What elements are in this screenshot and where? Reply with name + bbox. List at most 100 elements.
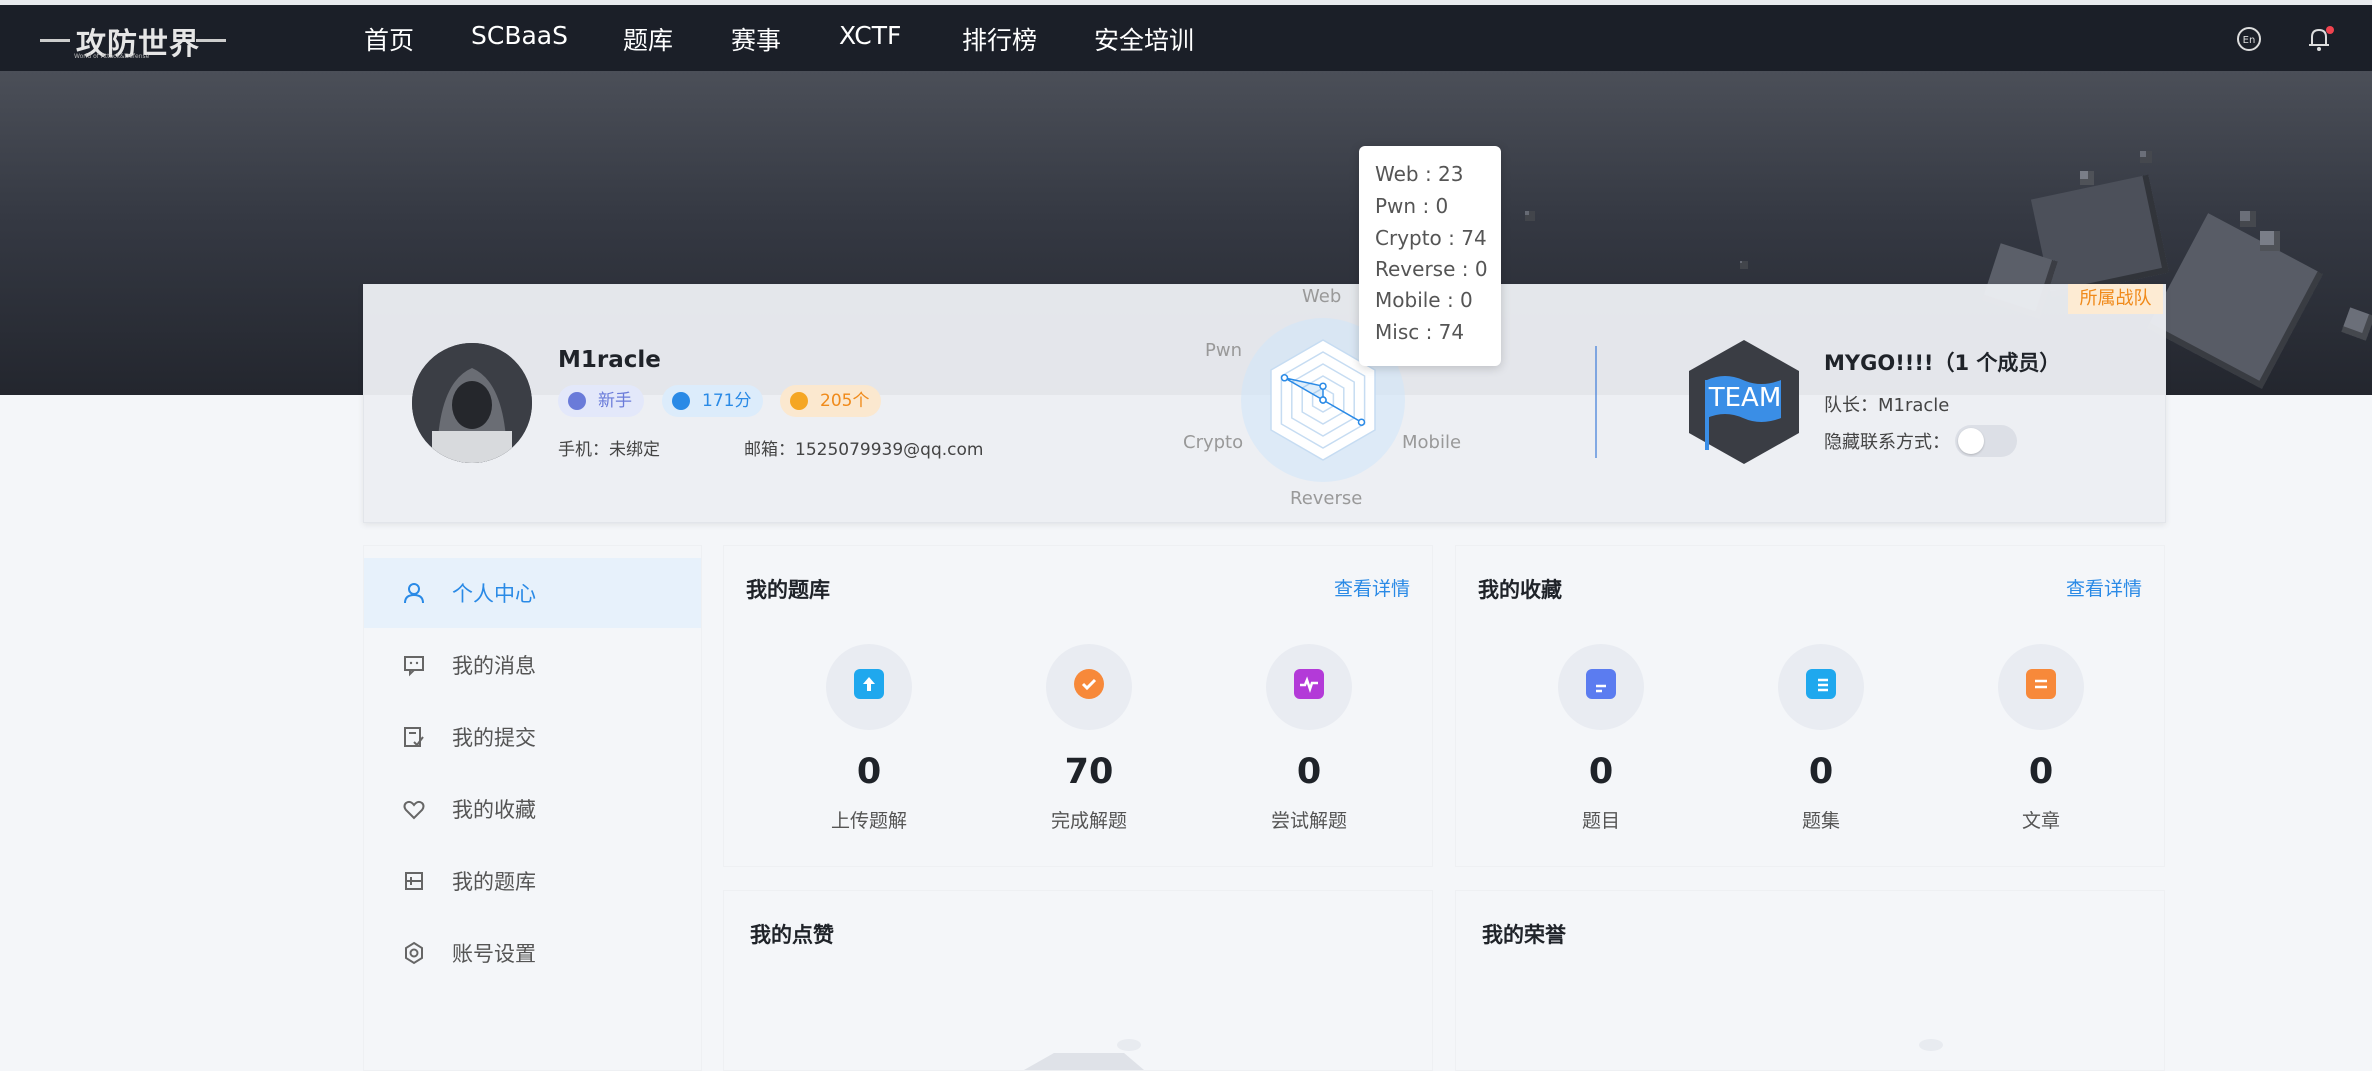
panel-my-favorites: 我的收藏 查看详情 0 题目 0 题集 0 文章: [1455, 545, 2165, 867]
sidebar-label-personal-center: 个人中心: [452, 582, 536, 606]
stat-uploaded-writeups[interactable]: 0 上传题解: [794, 644, 944, 844]
sidebar-item-favorites[interactable]: 我的收藏: [364, 774, 701, 844]
radar-label-crypto: Crypto: [1183, 432, 1244, 453]
stat-label-attempted: 尝试解题: [1270, 810, 1347, 832]
nav-problems[interactable]: 题库: [623, 21, 673, 57]
stat-value-fav-articles: 0: [2028, 752, 2054, 792]
team-logo-text: TEAM: [1708, 383, 1782, 413]
stat-label-completed: 完成解题: [1050, 810, 1127, 832]
rank-icon: [568, 392, 586, 410]
stat-circle: [1558, 644, 1644, 730]
empty-illustration: [1919, 1039, 1943, 1051]
decor-cube: [1525, 211, 1535, 221]
stat-fav-problems[interactable]: 0 题目: [1526, 644, 1676, 844]
nav-xctf[interactable]: XCTF: [839, 21, 901, 50]
tooltip-web: Web : 23: [1375, 162, 1464, 186]
stat-completed[interactable]: 70 完成解题: [1014, 644, 1164, 844]
notification-dot: [2326, 26, 2334, 34]
empty-illustration: [1024, 1039, 1144, 1070]
navbar: 攻防世界 World of Attack&Defense 首页 SCBaaS 题…: [0, 5, 2372, 71]
sidebar-item-personal-center[interactable]: 个人中心: [364, 558, 701, 628]
stat-value-attempted: 0: [1296, 752, 1322, 792]
team-leader: 队长：M1racle: [1824, 395, 1950, 416]
score-label: 171分: [702, 391, 752, 411]
stat-circle: [826, 644, 912, 730]
radar-label-pwn: Pwn: [1205, 340, 1242, 361]
tooltip-crypto: Crypto : 74: [1375, 226, 1487, 250]
score-badge: 171分: [662, 385, 764, 417]
decor-cube: [2240, 211, 2256, 227]
panel-my-likes: 我的点赞: [723, 890, 1433, 1071]
username: M1racle: [558, 347, 661, 373]
nav-home[interactable]: 首页: [364, 21, 414, 57]
article-icon: [2026, 669, 2056, 699]
sidebar-label-account-settings: 账号设置: [452, 942, 536, 966]
heart-icon: [403, 800, 425, 820]
nav-scbaas[interactable]: SCBaaS: [471, 21, 568, 50]
nav-leaderboard[interactable]: 排行榜: [962, 21, 1037, 57]
team-tag: 所属战队: [2068, 284, 2163, 314]
stat-circle: [1046, 644, 1132, 730]
tooltip-misc: Misc : 74: [1375, 320, 1465, 344]
coin-icon: [790, 392, 808, 410]
stat-value-fav-sets: 0: [1808, 752, 1834, 792]
coin-badge: 205个: [780, 385, 882, 417]
panel-title-my-honors: 我的荣誉: [1482, 923, 1566, 947]
stat-value-uploaded: 0: [856, 752, 882, 792]
list-icon: [1806, 669, 1836, 699]
radar-point-crypto[interactable]: [1357, 418, 1366, 426]
radar-label-reverse: Reverse: [1290, 488, 1363, 509]
stat-label-fav-sets: 题集: [1801, 810, 1840, 832]
stat-circle: [1998, 644, 2084, 730]
sidebar-item-account-settings[interactable]: 账号设置: [364, 918, 701, 988]
bell-icon[interactable]: [2306, 26, 2334, 52]
radar-point-mobile[interactable]: [1319, 396, 1327, 404]
hide-contact-toggle[interactable]: [1955, 425, 2017, 457]
submit-icon: [404, 727, 424, 747]
avatar[interactable]: [412, 343, 532, 463]
check-icon: [1074, 669, 1104, 699]
stat-fav-articles[interactable]: 0 文章: [1966, 644, 2116, 844]
stat-value-fav-problems: 0: [1588, 752, 1614, 792]
stat-attempted[interactable]: 0 尝试解题: [1234, 644, 1384, 844]
sidebar-label-messages: 我的消息: [452, 654, 536, 678]
decor-cube: [2260, 231, 2280, 251]
decor-cube: [2341, 307, 2372, 341]
panel-my-problems: 我的题库 查看详情 0 上传题解 70 完成解题 0 尝试解题: [723, 545, 1433, 867]
stat-circle: [1266, 644, 1352, 730]
team-divider: [1595, 346, 1597, 458]
stat-fav-sets[interactable]: 0 题集: [1746, 644, 1896, 844]
team-name: MYGO!!!!（1 个成员）: [1824, 351, 2061, 375]
rank-badge: 新手: [558, 385, 644, 417]
coin-label: 205个: [820, 391, 870, 411]
team-logo[interactable]: TEAM: [1685, 338, 1803, 466]
rank-label: 新手: [598, 391, 632, 411]
score-icon: [672, 392, 690, 410]
user-icon: [404, 583, 424, 604]
site-logo[interactable]: 攻防世界 World of Attack&Defense: [40, 17, 226, 62]
decor-cube: [2140, 151, 2152, 163]
gear-icon: [405, 941, 423, 965]
sidebar-item-messages[interactable]: 我的消息: [364, 630, 701, 700]
my-favorites-details-link[interactable]: 查看详情: [2066, 574, 2142, 601]
phone-info: 手机：未绑定: [558, 440, 660, 460]
radar-point-web[interactable]: [1319, 382, 1327, 390]
my-problems-details-link[interactable]: 查看详情: [1334, 574, 1410, 601]
nav-contests[interactable]: 赛事: [731, 21, 781, 57]
logo-subtext: World of Attack&Defense: [74, 53, 150, 60]
sidebar-item-my-library[interactable]: 我的题库: [364, 846, 701, 916]
radar-label-mobile: Mobile: [1402, 432, 1462, 453]
logo-line-right: [196, 39, 226, 42]
email-info: 邮箱：1525079939@qq.com: [744, 440, 984, 460]
tooltip-reverse: Reverse : 0: [1375, 257, 1488, 281]
decor-cube: [2080, 171, 2094, 185]
nav-training[interactable]: 安全培训: [1094, 21, 1194, 57]
sidebar-label-my-library: 我的题库: [452, 870, 536, 894]
sidebar-item-submissions[interactable]: 我的提交: [364, 702, 701, 772]
toggle-knob: [1958, 428, 1984, 454]
pulse-icon: [1294, 669, 1324, 699]
radar-point-misc[interactable]: [1280, 374, 1289, 382]
language-icon[interactable]: En: [2236, 26, 2262, 52]
document-icon: [1586, 669, 1616, 699]
panel-title-my-favorites: 我的收藏: [1478, 578, 1562, 602]
